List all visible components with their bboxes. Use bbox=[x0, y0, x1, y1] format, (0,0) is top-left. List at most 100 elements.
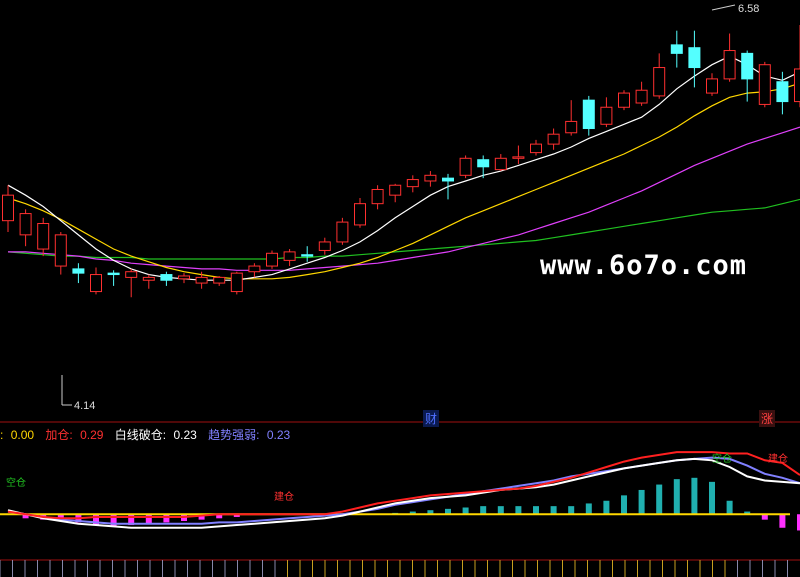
indicator-bar-37 bbox=[656, 484, 663, 515]
candle-body bbox=[142, 276, 155, 281]
candle-body bbox=[72, 268, 85, 274]
indicator-bar-29 bbox=[515, 506, 522, 515]
candle-24 bbox=[424, 171, 437, 187]
indicator-bar-40 bbox=[709, 481, 715, 515]
indicator-bar-28 bbox=[497, 506, 504, 515]
candle-2 bbox=[37, 217, 50, 257]
price-panel bbox=[0, 4, 800, 423]
candle-10 bbox=[178, 273, 190, 284]
signal-label-empty-2: 空仓 bbox=[712, 454, 732, 465]
indicator-bar-9 bbox=[163, 514, 170, 523]
candle-26 bbox=[459, 155, 472, 179]
indicator-panel bbox=[0, 451, 800, 531]
candle-body bbox=[54, 234, 67, 267]
candle-body bbox=[653, 67, 666, 97]
candle-body bbox=[723, 50, 736, 80]
signal-label-build-2: 建仓 bbox=[768, 454, 788, 465]
candle-body bbox=[230, 272, 243, 293]
candle-1 bbox=[19, 209, 32, 247]
candle-body bbox=[336, 221, 349, 243]
candle-9 bbox=[160, 271, 173, 286]
candle-15 bbox=[266, 250, 278, 269]
legend-item-add: 加仓: 0.29 bbox=[45, 428, 104, 442]
candle-5 bbox=[90, 267, 102, 295]
candle-41 bbox=[723, 33, 736, 82]
candle-body bbox=[37, 223, 50, 250]
candle-body bbox=[107, 272, 120, 276]
indicator-bar-33 bbox=[585, 503, 592, 515]
indicator-bar-36 bbox=[638, 489, 645, 515]
legend-item-white-break: 白线破仓: 0.23 bbox=[114, 428, 197, 442]
ma20-line bbox=[8, 126, 800, 271]
candle-body bbox=[618, 92, 630, 108]
candle-body bbox=[90, 274, 102, 293]
candle-body bbox=[406, 179, 419, 188]
candle-body bbox=[459, 157, 472, 176]
candle-0 bbox=[2, 185, 14, 233]
watermark-text: www.6o7o.com bbox=[540, 250, 748, 281]
candle-6 bbox=[107, 270, 120, 286]
candle-body bbox=[424, 174, 437, 182]
candle-14 bbox=[248, 263, 261, 278]
indicator-bar-8 bbox=[145, 514, 152, 524]
candle-body bbox=[582, 99, 595, 130]
candle-30 bbox=[530, 139, 542, 156]
candle-18 bbox=[318, 237, 331, 255]
candle-43 bbox=[758, 61, 771, 108]
indicator-bar-35 bbox=[621, 495, 627, 515]
candle-body bbox=[195, 276, 208, 284]
indicator-bar-41 bbox=[726, 500, 733, 515]
candle-body bbox=[266, 252, 278, 267]
indicator-bar-39 bbox=[691, 477, 698, 515]
candle-body bbox=[477, 159, 490, 168]
candle-body bbox=[758, 64, 771, 105]
candle-body bbox=[442, 177, 454, 182]
price-high-label: 6.58 bbox=[738, 3, 760, 15]
candle-34 bbox=[600, 97, 613, 128]
candle-7 bbox=[125, 268, 138, 298]
candle-body bbox=[125, 271, 138, 278]
candle-body bbox=[301, 254, 314, 257]
candle-21 bbox=[371, 185, 384, 210]
candle-8 bbox=[142, 274, 155, 289]
indicator-bar-44 bbox=[779, 514, 786, 528]
candle-body bbox=[371, 188, 384, 205]
candle-20 bbox=[354, 197, 366, 228]
candle-31 bbox=[547, 128, 560, 150]
candle-35 bbox=[618, 90, 630, 111]
candle-13 bbox=[230, 271, 243, 295]
legend-item-base: : 0.00 bbox=[0, 428, 35, 442]
candle-45 bbox=[794, 25, 800, 108]
high-pointer bbox=[711, 4, 736, 11]
candle-23 bbox=[406, 175, 419, 193]
indicator-bar-32 bbox=[568, 506, 575, 515]
indicator-bar-34 bbox=[603, 500, 610, 515]
candle-19 bbox=[336, 217, 349, 245]
candle-40 bbox=[706, 73, 718, 96]
candle-body bbox=[160, 274, 173, 281]
candle-12 bbox=[213, 275, 226, 286]
indicator-legend: : 0.00 加仓: 0.29 白线破仓: 0.23 趋势强弱: 0.23 bbox=[0, 426, 298, 443]
candle-body bbox=[318, 241, 331, 251]
event-marker-rise[interactable]: 涨 bbox=[759, 410, 776, 427]
event-marker-finance[interactable]: 财 bbox=[423, 410, 440, 427]
candle-body bbox=[688, 47, 701, 69]
candle-33 bbox=[582, 95, 595, 136]
candle-17 bbox=[301, 246, 314, 262]
indicator-bar-30 bbox=[533, 506, 539, 515]
candle-body bbox=[19, 213, 32, 236]
candle-29 bbox=[512, 145, 525, 164]
candle-body bbox=[635, 89, 648, 104]
candle-body bbox=[389, 184, 402, 196]
candle-28 bbox=[494, 154, 507, 172]
candle-38 bbox=[670, 30, 683, 68]
candle-body bbox=[178, 275, 190, 280]
indicator-bar-38 bbox=[673, 479, 680, 515]
candle-body bbox=[530, 143, 542, 154]
candle-body bbox=[547, 133, 560, 145]
candle-4 bbox=[72, 263, 85, 284]
candle-body bbox=[741, 52, 754, 80]
candle-body bbox=[512, 156, 525, 159]
signal-label-empty-1: 空仓 bbox=[6, 478, 26, 489]
candle-16 bbox=[283, 249, 296, 267]
